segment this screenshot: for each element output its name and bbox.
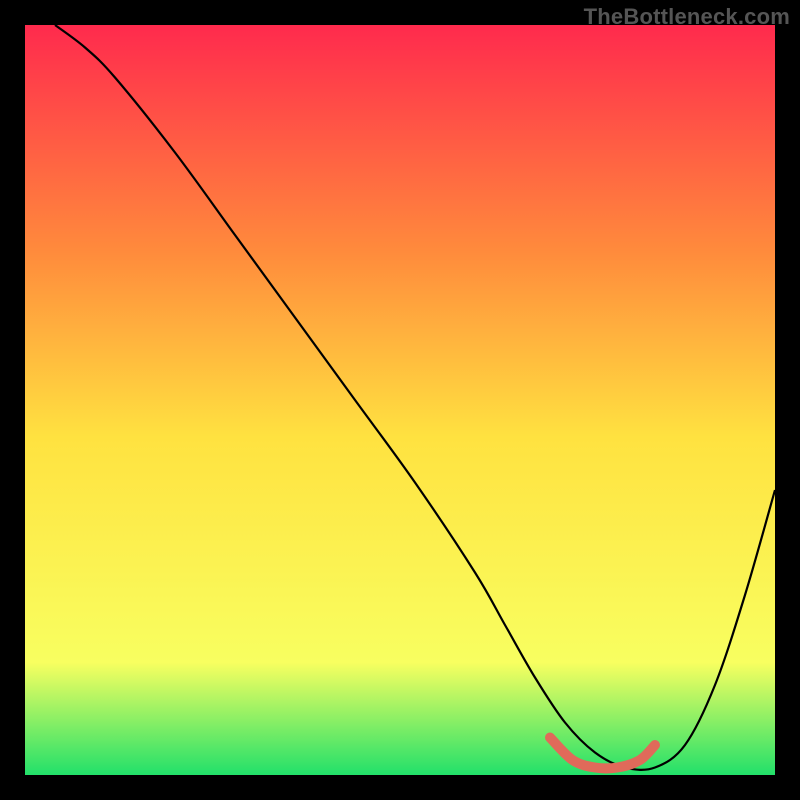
chart-frame: TheBottleneck.com	[0, 0, 800, 800]
watermark-text: TheBottleneck.com	[584, 4, 790, 30]
plot-area	[25, 25, 775, 775]
chart-svg	[25, 25, 775, 775]
gradient-background	[25, 25, 775, 775]
